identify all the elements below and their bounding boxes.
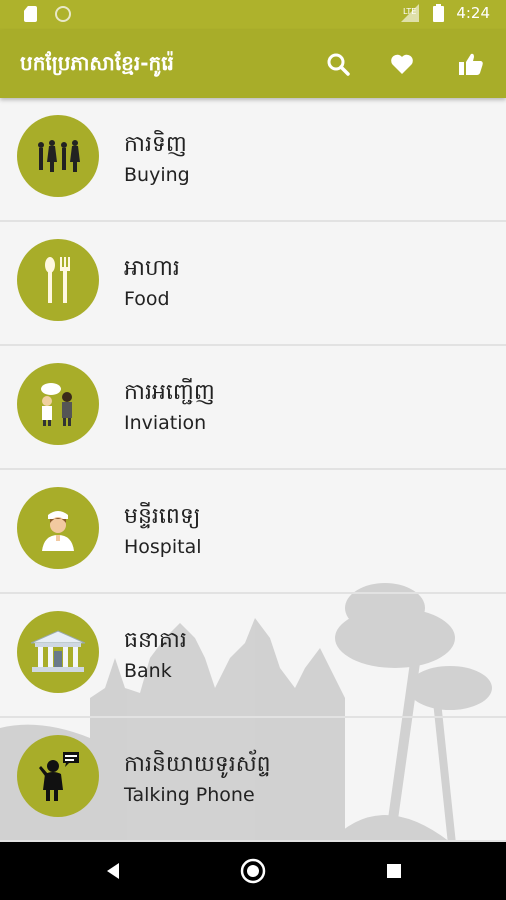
- item-english-label: Inviation: [124, 412, 207, 434]
- notification-dot-icon: [55, 6, 71, 22]
- system-navigation-bar: [0, 842, 506, 900]
- invitation-people-icon: [17, 363, 99, 445]
- item-khmer-label: ធនាគារ: [124, 628, 187, 653]
- list-item-bank[interactable]: ធនាគារ Bank: [0, 594, 506, 718]
- back-icon[interactable]: [100, 858, 126, 884]
- battery-icon: [433, 4, 445, 22]
- spoon-fork-icon: [17, 239, 99, 321]
- item-khmer-label: ការអញ្ជើញ: [124, 380, 215, 405]
- item-khmer-label: មន្ទីរពេទ្យ: [124, 504, 201, 529]
- shopping-people-icon: [17, 115, 99, 197]
- svg-text:LTE: LTE: [403, 7, 416, 16]
- thumbs-up-icon[interactable]: [455, 48, 487, 80]
- list-item-buying[interactable]: ការទិញ Buying: [0, 98, 506, 222]
- item-khmer-label: អាហារ: [124, 256, 180, 281]
- list-item-food[interactable]: អាហារ Food: [0, 222, 506, 346]
- sd-card-icon: [24, 6, 37, 22]
- clock: 4:24: [456, 4, 490, 22]
- item-english-label: Talking Phone: [124, 784, 255, 806]
- home-icon[interactable]: [240, 858, 266, 884]
- signal-icon: LTE: [401, 4, 420, 22]
- search-icon[interactable]: [322, 48, 354, 80]
- item-english-label: Food: [124, 288, 170, 310]
- bank-building-icon: [17, 611, 99, 693]
- list-item-hospital[interactable]: មន្ទីរពេទ្យ Hospital: [0, 470, 506, 594]
- item-khmer-label: ការនិយាយទូរស័ព្ទ: [124, 752, 271, 777]
- nurse-icon: [17, 487, 99, 569]
- item-english-label: Buying: [124, 164, 190, 186]
- app-bar: បកប្រែភាសាខ្មែរ-កូរ៉េ: [0, 30, 506, 98]
- recents-icon[interactable]: [381, 858, 407, 884]
- list-item-invitation[interactable]: ការអញ្ជើញ Inviation: [0, 346, 506, 470]
- item-english-label: Bank: [124, 660, 172, 682]
- list-item-talking-phone[interactable]: ការនិយាយទូរស័ព្ទ Talking Phone: [0, 718, 506, 842]
- item-khmer-label: ការទិញ: [124, 132, 187, 157]
- app-title: បកប្រែភាសាខ្មែរ-កូរ៉េ: [20, 51, 174, 75]
- phone-talk-icon: [17, 735, 99, 817]
- category-list: ការទិញ Buying អាហារ Food ការអញ្ជើញ Invia…: [0, 98, 506, 842]
- heart-icon[interactable]: [386, 48, 418, 80]
- status-bar: LTE 4:24: [0, 0, 506, 30]
- item-english-label: Hospital: [124, 536, 202, 558]
